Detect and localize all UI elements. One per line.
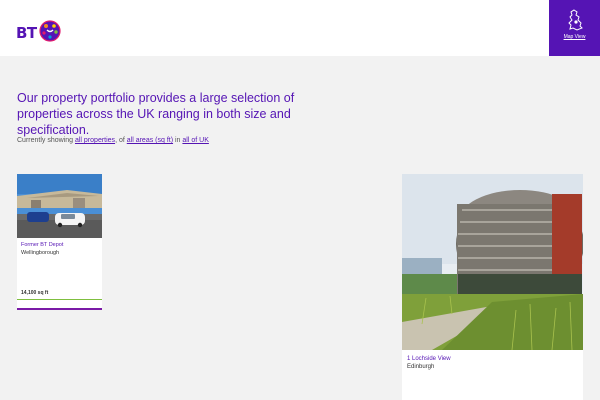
area-filter-link[interactable]: all areas (sq ft) xyxy=(127,137,173,144)
card-divider xyxy=(17,299,102,300)
filter-summary: Currently showing all properties, of all… xyxy=(17,137,209,144)
property-city: Edinburgh xyxy=(407,364,435,370)
filter-of-text: , of xyxy=(115,137,125,144)
property-city: Wellingborough xyxy=(21,250,60,256)
property-photo xyxy=(17,174,102,238)
bt-orb-icon xyxy=(39,20,61,42)
map-view-label: Map View xyxy=(563,34,586,40)
site-header: BT Map View xyxy=(0,0,600,56)
location-filter-link[interactable]: all of UK xyxy=(182,137,208,144)
property-card[interactable]: Former BT Depot Wellingborough 14,100 sq… xyxy=(17,174,102,310)
property-size: 14,100 sq ft xyxy=(21,290,49,296)
property-name: 1 Lochside View xyxy=(407,356,451,362)
map-view-button[interactable]: Map View xyxy=(549,0,600,56)
property-card[interactable]: 1 Lochside View Edinburgh xyxy=(402,174,583,400)
filter-in-text: in xyxy=(175,137,181,144)
page-headline: Our property portfolio provides a large … xyxy=(17,91,295,137)
property-photo xyxy=(402,174,583,350)
logo-text: BT xyxy=(16,24,37,42)
filter-prefix: Currently showing xyxy=(17,137,74,144)
uk-map-icon xyxy=(568,9,583,31)
bt-logo[interactable]: BT xyxy=(16,20,61,42)
property-name: Former BT Depot xyxy=(21,242,64,248)
property-type-filter-link[interactable]: all properties xyxy=(75,137,115,144)
